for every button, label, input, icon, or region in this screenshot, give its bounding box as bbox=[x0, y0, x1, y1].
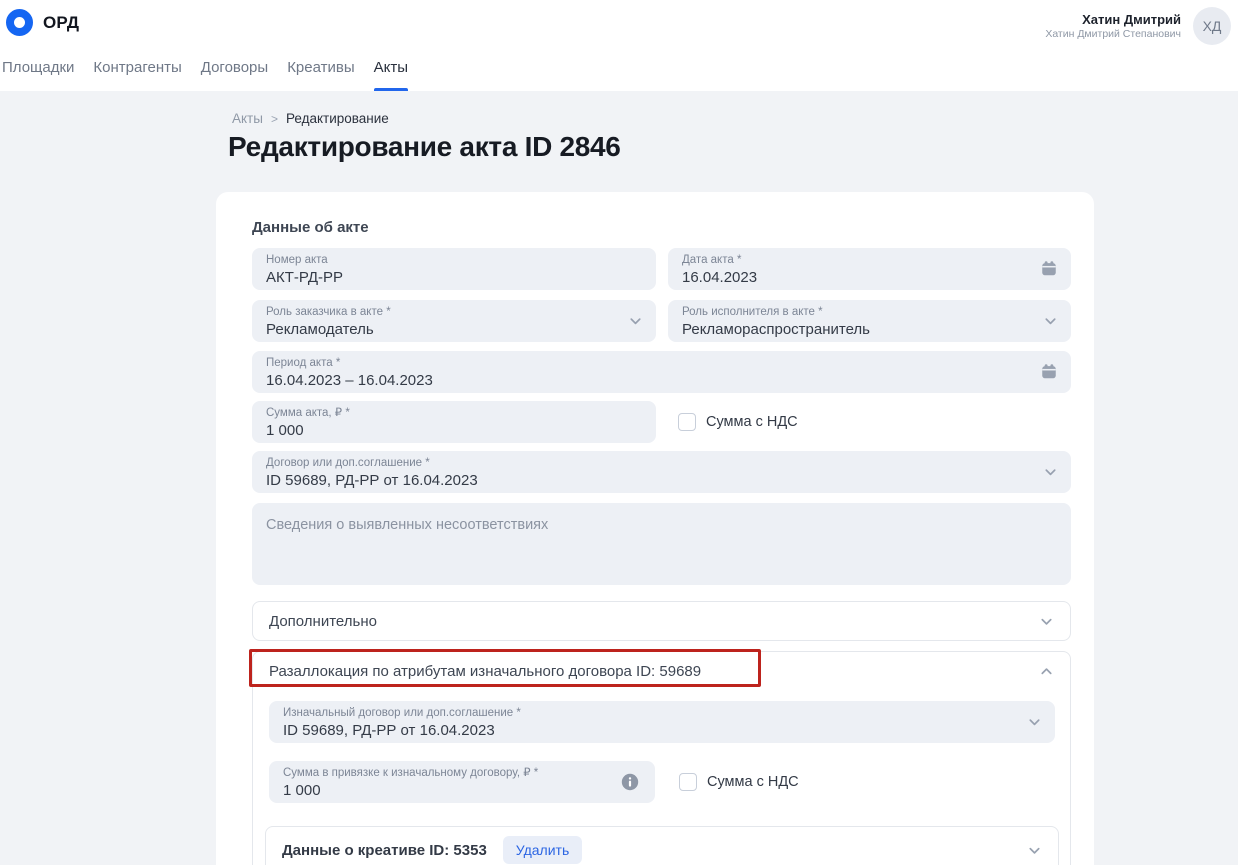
customer-role-select[interactable]: Роль заказчика в акте * Рекламодатель bbox=[252, 300, 656, 342]
page-title: Редактирование акта ID 2846 bbox=[228, 131, 621, 163]
chevron-down-icon bbox=[1043, 465, 1058, 480]
nav-item-counterparties[interactable]: Контрагенты bbox=[93, 59, 181, 91]
field-value: ID 59689, РД-РР от 16.04.2023 bbox=[266, 471, 1057, 490]
user-names: Хатин Дмитрий Хатин Дмитрий Степанович bbox=[1045, 12, 1181, 41]
chevron-down-icon bbox=[628, 314, 643, 329]
field-label: Изначальный договор или доп.соглашение * bbox=[283, 707, 1041, 720]
creative-section: Данные о креативе ID: 5353 Удалить bbox=[265, 826, 1059, 865]
field-label: Роль заказчика в акте * bbox=[266, 306, 642, 319]
executor-role-select[interactable]: Роль исполнителя в акте * Рекламораспрос… bbox=[668, 300, 1071, 342]
logo-text: ОРД bbox=[43, 13, 79, 33]
checkbox-box[interactable] bbox=[678, 413, 696, 431]
additional-section: Дополнительно bbox=[252, 601, 1071, 641]
checkbox-label: Сумма с НДС bbox=[707, 774, 799, 790]
creative-section-header[interactable]: Данные о креативе ID: 5353 Удалить bbox=[266, 827, 1058, 865]
user-full-name: Хатин Дмитрий Степанович bbox=[1045, 28, 1181, 41]
reallocation-section: Разаллокация по атрибутам изначального д… bbox=[252, 651, 1071, 865]
user-name: Хатин Дмитрий bbox=[1045, 12, 1181, 28]
act-period-field[interactable]: Период акта * 16.04.2023 – 16.04.2023 bbox=[252, 351, 1071, 393]
calendar-icon[interactable] bbox=[1040, 363, 1058, 381]
act-number-field[interactable]: Номер акта АКТ-РД-РР bbox=[252, 248, 656, 290]
nav-item-platforms[interactable]: Площадки bbox=[2, 59, 74, 91]
contract-select[interactable]: Договор или доп.соглашение * ID 59689, Р… bbox=[252, 451, 1071, 493]
field-value: АКТ-РД-РР bbox=[266, 268, 642, 287]
field-label: Договор или доп.соглашение * bbox=[266, 457, 1057, 470]
field-label: Период акта * bbox=[266, 357, 1057, 370]
delete-creative-button[interactable]: Удалить bbox=[503, 836, 582, 864]
logo[interactable]: ОРД bbox=[6, 9, 79, 36]
vat-checkbox[interactable]: Сумма с НДС bbox=[678, 413, 798, 431]
reallocation-section-title: Разаллокация по атрибутам изначального д… bbox=[269, 663, 701, 680]
top-bar: ОРД Хатин Дмитрий Хатин Дмитрий Степанов… bbox=[0, 0, 1238, 91]
breadcrumb-separator: > bbox=[271, 112, 278, 126]
field-label: Сумма в привязке к изначальному договору… bbox=[283, 767, 641, 780]
initial-vat-checkbox[interactable]: Сумма с НДС bbox=[679, 773, 799, 791]
info-icon[interactable] bbox=[621, 773, 639, 791]
breadcrumb: Акты > Редактирование bbox=[232, 111, 389, 126]
field-value: 1 000 bbox=[283, 781, 641, 800]
nav-item-acts[interactable]: Акты bbox=[374, 59, 408, 91]
ord-logo-icon bbox=[6, 9, 33, 36]
field-value: Рекламораспространитель bbox=[682, 320, 1057, 339]
user-menu[interactable]: Хатин Дмитрий Хатин Дмитрий Степанович Х… bbox=[1045, 7, 1231, 45]
breadcrumb-current: Редактирование bbox=[286, 111, 389, 126]
field-label: Дата акта * bbox=[682, 254, 1057, 267]
section-title-act-data: Данные об акте bbox=[252, 219, 369, 236]
field-value: 16.04.2023 bbox=[682, 268, 1057, 287]
field-value: ID 59689, РД-РР от 16.04.2023 bbox=[283, 721, 1041, 740]
initial-amount-field[interactable]: Сумма в привязке к изначальному договору… bbox=[269, 761, 655, 803]
chevron-down-icon bbox=[1043, 314, 1058, 329]
checkbox-label: Сумма с НДС bbox=[706, 414, 798, 430]
checkbox-box[interactable] bbox=[679, 773, 697, 791]
avatar[interactable]: ХД bbox=[1193, 7, 1231, 45]
calendar-icon[interactable] bbox=[1040, 260, 1058, 278]
field-label: Роль исполнителя в акте * bbox=[682, 306, 1057, 319]
chevron-down-icon bbox=[1039, 614, 1054, 629]
chevron-up-icon bbox=[1039, 664, 1054, 679]
additional-section-header[interactable]: Дополнительно bbox=[253, 602, 1070, 640]
chevron-down-icon bbox=[1027, 843, 1042, 858]
nav-item-contracts[interactable]: Договоры bbox=[201, 59, 268, 91]
discrepancies-textarea[interactable] bbox=[252, 503, 1071, 585]
main-nav: Площадки Контрагенты Договоры Креативы А… bbox=[2, 59, 408, 91]
app-root: ОРД Хатин Дмитрий Хатин Дмитрий Степанов… bbox=[0, 0, 1238, 865]
field-value: Рекламодатель bbox=[266, 320, 642, 339]
additional-section-title: Дополнительно bbox=[269, 613, 377, 630]
field-value: 1 000 bbox=[266, 421, 642, 440]
field-label: Номер акта bbox=[266, 254, 642, 267]
act-form-card: Данные об акте Номер акта АКТ-РД-РР Дата… bbox=[216, 192, 1094, 865]
reallocation-section-header[interactable]: Разаллокация по атрибутам изначального д… bbox=[253, 652, 1070, 690]
act-amount-field[interactable]: Сумма акта, ₽ * 1 000 bbox=[252, 401, 656, 443]
act-date-field[interactable]: Дата акта * 16.04.2023 bbox=[668, 248, 1071, 290]
field-label: Сумма акта, ₽ * bbox=[266, 407, 642, 420]
chevron-down-icon bbox=[1027, 715, 1042, 730]
breadcrumb-link-acts[interactable]: Акты bbox=[232, 111, 263, 126]
creative-section-title: Данные о креативе ID: 5353 bbox=[282, 842, 487, 859]
initial-contract-select[interactable]: Изначальный договор или доп.соглашение *… bbox=[269, 701, 1055, 743]
nav-item-creatives[interactable]: Креативы bbox=[287, 59, 354, 91]
field-value: 16.04.2023 – 16.04.2023 bbox=[266, 371, 1057, 390]
